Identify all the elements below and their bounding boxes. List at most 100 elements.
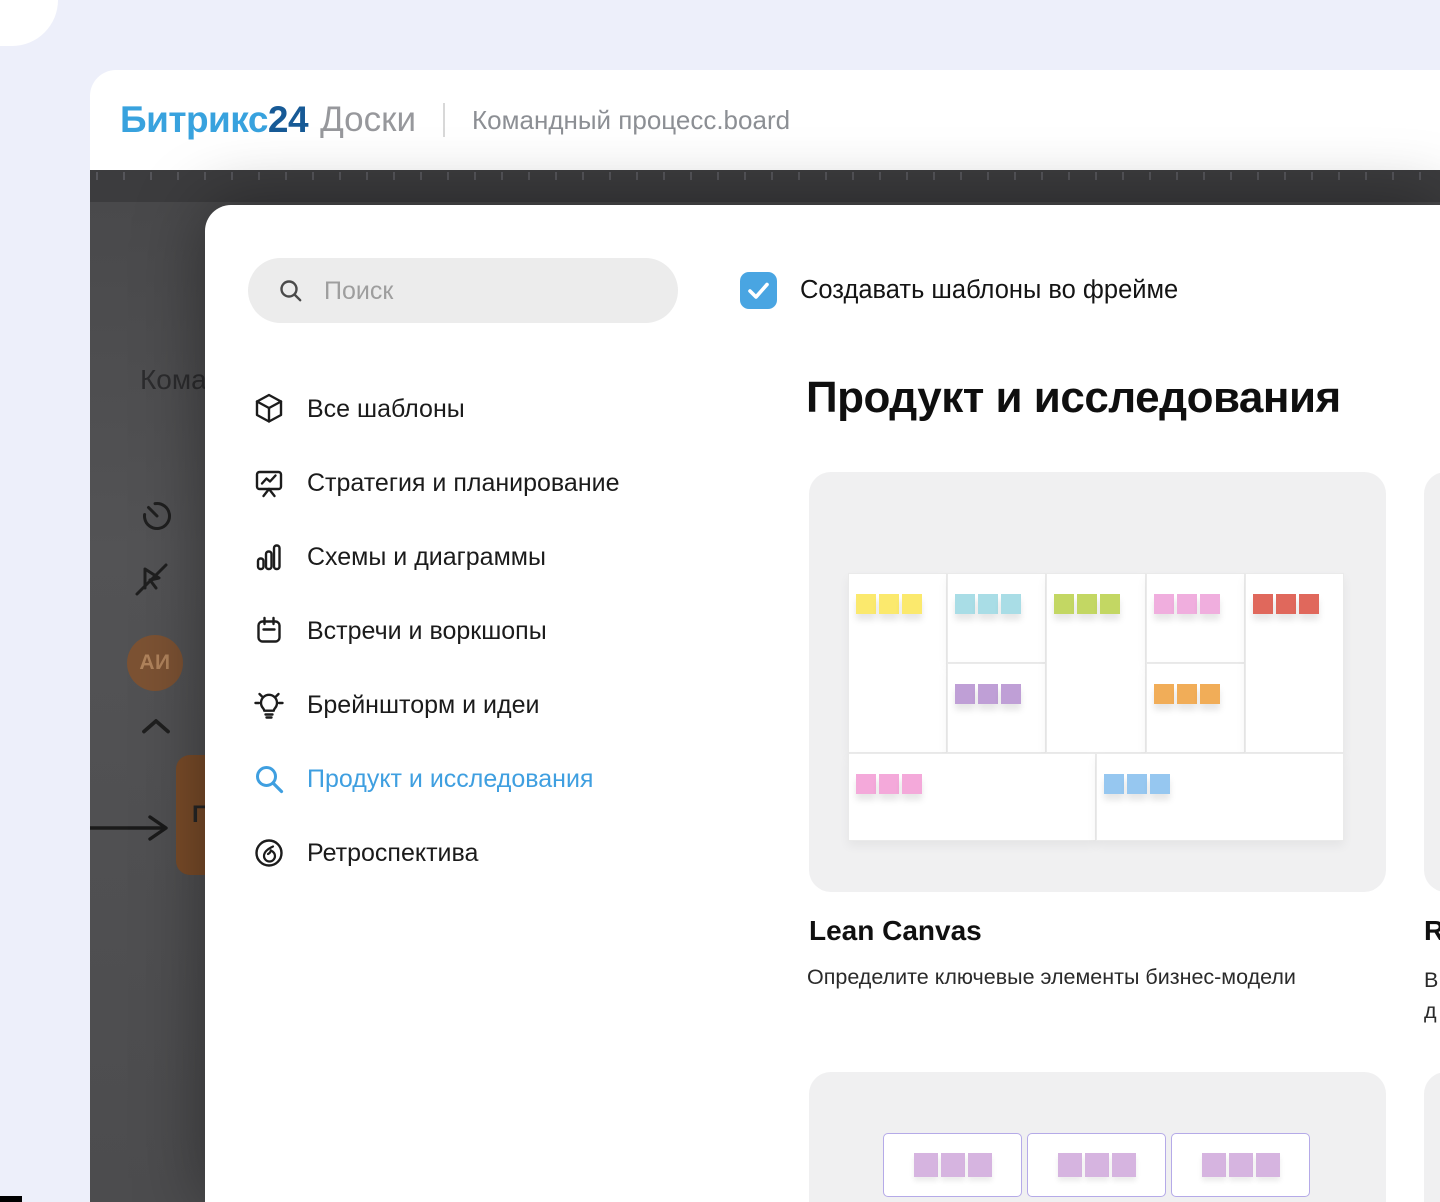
check-icon [740,272,777,309]
search-box [248,258,678,323]
product-name: Доски [320,100,416,140]
sticky-note [1085,1153,1109,1177]
chevron-up-icon [137,715,175,737]
template-name: Lean Canvas [809,915,982,947]
pointer-disabled-icon [128,556,176,604]
category-label: Ретроспектива [307,839,478,868]
sticky-note [1177,594,1197,614]
category-item-retrospective[interactable]: Ретроспектива [250,831,620,875]
sticky-note [1058,1153,1082,1177]
sticky-note [1177,684,1197,704]
sticky-note [1200,594,1220,614]
sticky-note [1154,684,1174,704]
sticky-note [968,1153,992,1177]
category-item-cube[interactable]: Все шаблоны [250,387,620,431]
category-label: Схемы и диаграммы [307,543,546,572]
presentation-chart-icon [250,464,288,502]
preview-box [883,1133,1022,1197]
canvas-cell [947,573,1046,663]
template-description-partial: В д [1424,965,1438,1027]
sticky-note [856,594,876,614]
frame-checkbox[interactable] [740,272,777,309]
header-divider [443,103,445,137]
sticky-note [902,594,922,614]
canvas-cell [1245,573,1344,753]
preview-box [1171,1133,1310,1197]
lean-canvas-preview [848,573,1344,841]
sticky-note [1001,684,1021,704]
screen: Битрикс24 Доски Командный процесс.board … [0,0,1440,1202]
bottom-template-preview [883,1133,1310,1197]
template-categories: Все шаблоны Стратегия и планирование Схемы… [250,387,620,875]
sticky-note [1127,774,1147,794]
sticky-note [902,774,922,794]
timer-icon [138,496,176,534]
sticky-note [1100,594,1120,614]
template-description: Определите ключевые элементы бизнес-моде… [807,965,1296,990]
sticky-note [1229,1153,1253,1177]
sticky-note [1104,774,1124,794]
sticky-group [1253,594,1319,614]
template-card-right-partial[interactable] [1424,472,1440,892]
sticky-group [856,774,922,794]
category-item-lightbulb[interactable]: Брейншторм и идеи [250,683,620,727]
bar-chart-icon [250,538,288,576]
search-icon [278,278,304,304]
canvas-cell [1046,573,1146,753]
template-card-bottom-partial[interactable] [809,1072,1386,1202]
category-label: Брейншторм и идеи [307,691,539,720]
sticky-note [1001,594,1021,614]
sticky-group [1154,594,1220,614]
user-avatar: АИ [127,635,183,691]
sticky-note [1150,774,1170,794]
logo-number: 24 [268,99,308,140]
canvas-cell [848,573,947,753]
sticker-text: Г [192,801,206,829]
search-input[interactable] [322,258,656,325]
canvas-cell [947,663,1046,753]
sticky-note [955,594,975,614]
board-name: Командный процесс.board [472,105,790,136]
sticky-note [1276,594,1296,614]
category-item-presentation-chart[interactable]: Стратегия и планирование [250,461,620,505]
board-toolbar-dimmed [90,170,1440,202]
sticky-note [941,1153,965,1177]
sticky-group [1054,594,1120,614]
logo-text: Битрикс [120,99,268,140]
magnifier-icon [250,760,288,798]
sticky-group [1154,684,1220,704]
template-name-partial: R [1424,915,1440,947]
category-item-magnifier[interactable]: Продукт и исследования [250,757,620,801]
canvas-cell [1146,663,1245,753]
category-label: Встречи и воркшопы [307,617,547,646]
sticky-note [1253,594,1273,614]
canvas-cell [848,753,1096,841]
sticky-group [1104,774,1170,794]
sticky-group [955,684,1021,704]
lightbulb-icon [250,686,288,724]
screen-edge-artifact [0,1196,22,1202]
calendar-icon [250,612,288,650]
sticky-note [1256,1153,1280,1177]
preview-box [1027,1133,1166,1197]
bitrix24-logo: Битрикс24 [120,99,308,141]
category-item-calendar[interactable]: Встречи и воркшопы [250,609,620,653]
sticky-note [879,774,899,794]
template-card-lean-canvas[interactable] [809,472,1386,892]
app-header: Битрикс24 Доски Командный процесс.board [90,70,1440,170]
sticky-note [1200,684,1220,704]
sticky-note [879,594,899,614]
template-card-right-bottom-partial[interactable] [1424,1072,1440,1202]
sticky-note [978,594,998,614]
sticky-note [955,684,975,704]
section-title: Продукт и исследования [806,373,1341,423]
category-item-bar-chart[interactable]: Схемы и диаграммы [250,535,620,579]
template-picker-dialog: Создавать шаблоны во фрейме Все шаблоны С… [205,205,1440,1202]
board-title-partial: Кома [140,364,207,396]
category-label: Продукт и исследования [307,765,593,794]
sticky-note [1202,1153,1226,1177]
frame-checkbox-label[interactable]: Создавать шаблоны во фрейме [800,271,1178,309]
sticky-note [978,684,998,704]
canvas-cell [1146,573,1245,663]
sticky-note [1054,594,1074,614]
